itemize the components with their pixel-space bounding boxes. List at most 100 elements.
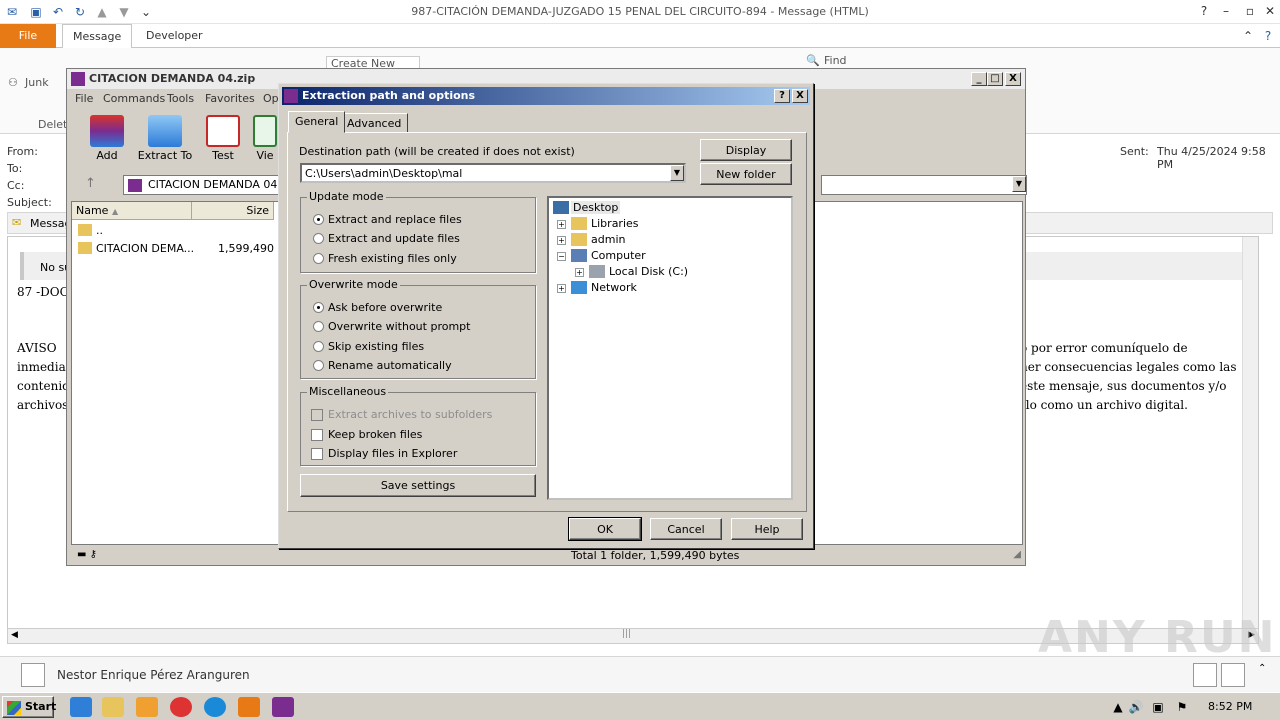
radio-ask-before[interactable] — [313, 302, 324, 313]
column-size[interactable]: Size — [192, 202, 274, 220]
junk-button[interactable]: Junk — [25, 76, 49, 89]
ie-icon[interactable] — [70, 697, 92, 717]
extract-replace-label[interactable]: Extract and replace files — [328, 213, 462, 226]
winrar-taskbar-icon[interactable] — [272, 697, 294, 717]
menu-favorites[interactable]: Favorites — [205, 92, 255, 105]
overwrite-without-prompt-label[interactable]: Overwrite without prompt — [328, 320, 470, 333]
resize-grip-icon[interactable]: ◢ — [1013, 549, 1021, 560]
destination-path-input[interactable]: C:\Users\admin\Desktop\mal ▼ — [300, 163, 686, 183]
ask-before-label[interactable]: Ask before overwrite — [328, 301, 442, 314]
scroll-left-icon[interactable]: ◀ — [11, 630, 18, 640]
find-button[interactable]: Find — [824, 54, 847, 67]
fresh-existing-label[interactable]: Fresh existing files only — [328, 252, 457, 265]
expand-icon[interactable]: + — [557, 220, 566, 229]
expand-icon[interactable]: + — [557, 284, 566, 293]
explorer-icon[interactable] — [102, 697, 124, 717]
tab-general[interactable]: General — [288, 111, 346, 133]
body-line-2-left: inmediat — [17, 360, 71, 374]
new-folder-button[interactable]: New folder — [700, 163, 792, 185]
display-explorer-label[interactable]: Display files in Explorer — [328, 447, 457, 460]
scroll-grip-icon[interactable]: ||| — [622, 629, 631, 639]
dialog-help-button[interactable]: ? — [774, 89, 790, 103]
checkbox-extract-subfolders — [311, 409, 323, 421]
column-name[interactable]: Name ▲ — [72, 202, 192, 220]
ribbon-tabs: File Message Developer ⌃ ? — [0, 24, 1280, 49]
test-button[interactable]: Test — [195, 111, 251, 169]
cancel-button[interactable]: Cancel — [650, 518, 722, 540]
start-button[interactable]: Start — [2, 696, 57, 718]
winrar-close-button[interactable]: X — [1005, 72, 1021, 86]
dialog-titlebar: Extraction path and options ? X — [282, 87, 810, 105]
radio-overwrite-without-prompt[interactable] — [313, 321, 324, 332]
expand-icon[interactable]: + — [557, 236, 566, 245]
taskbar: Start ▲ 🔊 ▣ ⚑ 8:52 PM — [0, 692, 1280, 720]
radio-extract-update[interactable] — [313, 233, 324, 244]
drive-key-icon[interactable]: ▬ ⚷ — [77, 549, 97, 560]
tab-file[interactable]: File — [0, 24, 56, 48]
sender-name[interactable]: Nestor Enrique Pérez Aranguren — [57, 668, 250, 682]
table-row[interactable]: .. — [74, 222, 270, 240]
flag-icon[interactable]: ⚑ — [1174, 699, 1190, 715]
radio-skip-existing[interactable] — [313, 341, 324, 352]
ok-button[interactable]: OK — [568, 517, 642, 541]
radio-rename-auto[interactable] — [313, 360, 324, 371]
collapse-icon[interactable]: − — [557, 252, 566, 261]
skip-existing-label[interactable]: Skip existing files — [328, 340, 424, 353]
menu-tools[interactable]: Tools — [167, 92, 194, 105]
close-button[interactable]: ✕ — [1258, 2, 1280, 20]
radio-fresh-existing[interactable] — [313, 253, 324, 264]
display-button[interactable]: Display — [700, 139, 792, 161]
media-player-icon[interactable] — [136, 697, 158, 717]
tab-message[interactable]: Message — [62, 24, 133, 49]
radio-extract-replace[interactable] — [313, 214, 324, 225]
from-label: From: — [7, 145, 38, 158]
column-size-label: Size — [246, 204, 269, 217]
help-button[interactable]: Help — [731, 518, 803, 540]
junk-icon[interactable]: ⚇ — [8, 76, 18, 89]
menu-file[interactable]: File — [75, 92, 93, 105]
add-button[interactable]: Add — [79, 111, 135, 169]
clock[interactable]: 8:52 PM — [1208, 700, 1252, 713]
help-icon[interactable]: ? — [1192, 2, 1216, 20]
destination-path-value: C:\Users\admin\Desktop\mal — [305, 167, 463, 180]
extract-to-button[interactable]: Extract To — [137, 111, 193, 169]
chrome-icon[interactable] — [170, 697, 192, 717]
person-avatar[interactable] — [1193, 663, 1217, 687]
checkbox-display-explorer[interactable] — [311, 448, 323, 460]
winrar-address-field[interactable]: CITACION DEMANDA 04.zip — [123, 175, 279, 195]
outlook-taskbar-icon[interactable] — [238, 697, 260, 717]
volume-icon[interactable]: 🔊 — [1128, 699, 1144, 715]
winrar-maximize-button[interactable]: □ — [987, 72, 1003, 86]
tray-expand-icon[interactable]: ▲ — [1110, 699, 1126, 715]
table-row[interactable]: CITACION DEMA... 1,599,490 — [74, 240, 274, 258]
destination-dropdown-icon[interactable]: ▼ — [670, 165, 684, 181]
network-tray-icon[interactable]: ▣ — [1150, 699, 1166, 715]
tab-advanced[interactable]: Advanced — [340, 113, 409, 133]
cc-label: Cc: — [7, 179, 25, 192]
tab-developer[interactable]: Developer — [136, 24, 213, 48]
edge-icon[interactable] — [204, 697, 226, 717]
help-circle-icon[interactable]: ? — [1256, 27, 1280, 45]
checkbox-keep-broken[interactable] — [311, 429, 323, 441]
menu-commands[interactable]: Commands — [103, 92, 165, 105]
binoculars-icon[interactable]: 🔍 — [806, 54, 820, 67]
keep-broken-label[interactable]: Keep broken files — [328, 428, 422, 441]
save-settings-button[interactable]: Save settings — [300, 474, 536, 497]
extract-update-label[interactable]: Extract and update files — [328, 232, 460, 245]
vertical-scrollbar[interactable] — [1242, 237, 1258, 629]
folder-tree: Desktop + Libraries + admin − Computer +… — [547, 196, 793, 500]
sender-avatar[interactable] — [21, 663, 45, 687]
winrar-minimize-button[interactable]: _ — [971, 72, 987, 86]
minimize-button[interactable]: – — [1214, 2, 1238, 20]
winrar-address-dropdown[interactable]: ▼ — [821, 175, 1027, 195]
up-folder-icon[interactable]: ↑ — [85, 176, 96, 191]
expand-icon[interactable]: ⌃ — [1258, 663, 1266, 674]
expand-icon[interactable]: + — [575, 268, 584, 277]
status-text: Total 1 folder, 1,599,490 bytes — [571, 549, 740, 562]
rename-auto-label[interactable]: Rename automatically — [328, 359, 452, 372]
start-label: Start — [25, 700, 57, 713]
dialog-close-button[interactable]: X — [792, 89, 808, 103]
dropdown-arrow-icon[interactable]: ▼ — [1012, 176, 1026, 192]
person-avatar-2[interactable] — [1221, 663, 1245, 687]
tree-label-libraries: Libraries — [591, 217, 639, 230]
